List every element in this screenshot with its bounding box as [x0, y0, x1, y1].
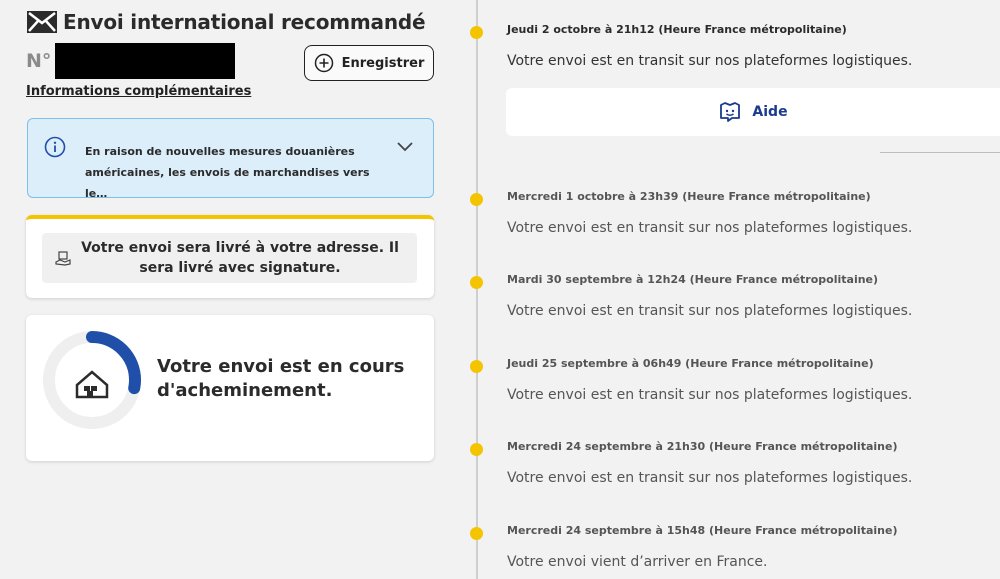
help-chat-icon: [720, 102, 741, 122]
notice-text: En raison de nouvelles mesures douanière…: [85, 145, 370, 200]
timeline-date: Jeudi 25 septembre à 06h49 (Heure France…: [507, 357, 874, 370]
more-info-link[interactable]: Informations complémentaires: [26, 84, 251, 99]
progress-ring: [43, 331, 141, 429]
save-button-label: Enregistrer: [341, 55, 425, 71]
timeline-date: Mercredi 24 septembre à 15h48 (Heure Fra…: [507, 524, 898, 537]
status-text: Votre envoi est en cours d'acheminement.: [157, 356, 405, 401]
timeline-dot: [470, 26, 483, 39]
customs-notice: En raison de nouvelles mesures douanière…: [27, 118, 434, 200]
timeline-date: Mercredi 24 septembre à 21h30 (Heure Fra…: [507, 440, 898, 453]
package-hand-icon: [55, 251, 71, 266]
tracking-number-redacted: [55, 43, 236, 79]
delivery-text: Votre envoi sera livré à votre adresse. …: [81, 240, 399, 276]
timeline-line: [476, 0, 478, 579]
shipment-status-card: Votre envoi est en cours d'acheminement.: [26, 315, 434, 461]
help-label: Aide: [752, 104, 788, 120]
timeline-dot: [470, 276, 483, 289]
warehouse-icon: [75, 370, 109, 399]
divider: [880, 152, 1000, 153]
header-title-row: Envoi international recommandé: [26, 10, 426, 34]
timeline-date: Mercredi 1 octobre à 23h39 (Heure France…: [507, 190, 871, 203]
timeline-message: Votre envoi est en transit sur nos plate…: [507, 387, 913, 403]
delivery-info-card: Votre envoi sera livré à votre adresse. …: [26, 215, 434, 298]
info-icon: [44, 136, 66, 158]
timeline-dot: [470, 360, 483, 373]
envelope-icon: [27, 11, 57, 33]
timeline-dot: [470, 443, 483, 456]
save-button[interactable]: Enregistrer: [304, 45, 434, 81]
delivery-info-box: Votre envoi sera livré à votre adresse. …: [42, 233, 417, 283]
chevron-down-icon[interactable]: [396, 139, 414, 153]
timeline-dot: [470, 527, 483, 540]
timeline-date: Mardi 30 septembre à 12h24 (Heure France…: [507, 273, 879, 286]
timeline-message: Votre envoi est en transit sur nos plate…: [507, 303, 913, 319]
timeline-message: Votre envoi vient d’arriver en France.: [507, 554, 768, 570]
timeline-date: Jeudi 2 octobre à 21h12 (Heure France mé…: [507, 23, 847, 36]
timeline-message: Votre envoi est en transit sur nos plate…: [507, 220, 913, 236]
page-title: Envoi international recommandé: [63, 10, 426, 34]
tracking-number-label: N°: [26, 50, 52, 72]
plus-circle-icon: [314, 53, 333, 73]
timeline-dot: [470, 193, 483, 206]
timeline-message: Votre envoi est en transit sur nos plate…: [507, 470, 913, 486]
help-button[interactable]: Aide: [506, 88, 1000, 136]
tracking-number-row: N°: [26, 43, 236, 79]
timeline-message: Votre envoi est en transit sur nos plate…: [507, 53, 913, 69]
